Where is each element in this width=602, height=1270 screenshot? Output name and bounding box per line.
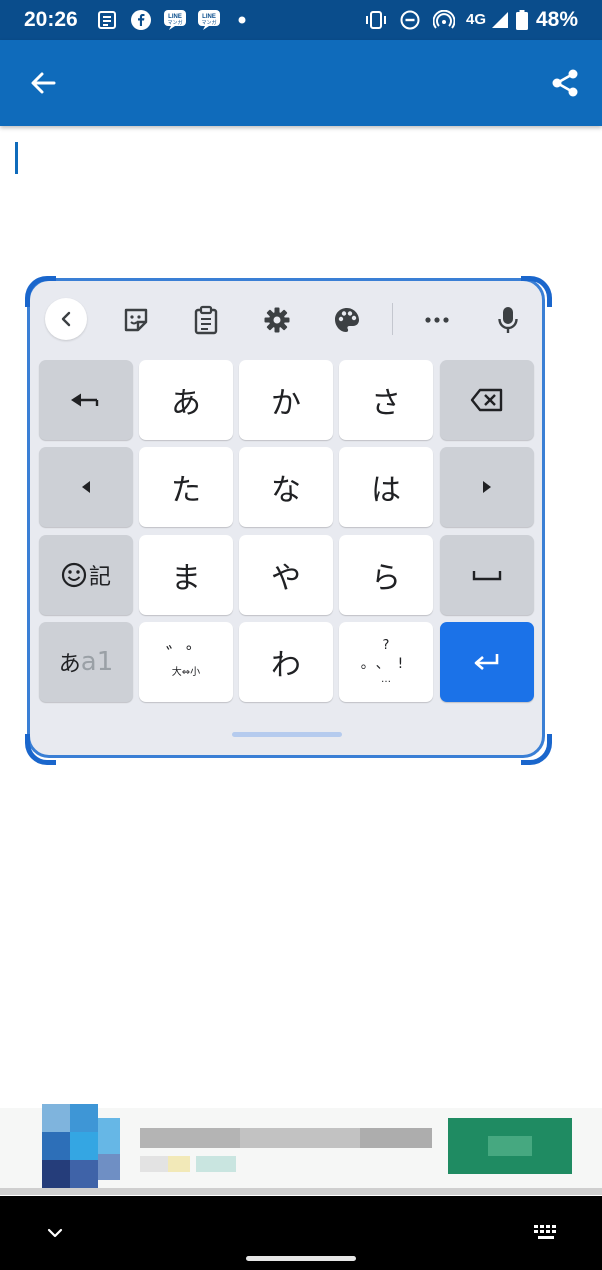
space-icon [472,571,502,581]
emoji-symbol-key[interactable]: 記 [39,535,133,615]
key-na[interactable]: な [239,447,333,527]
more-icon [425,317,449,323]
clipboard-button[interactable] [184,300,228,340]
keyboard-drag-handle[interactable] [232,732,342,737]
share-icon [552,69,578,97]
battery-icon [514,9,530,31]
dakuten-label: ゛゜ [166,643,206,667]
dot-icon [236,9,248,31]
facebook-icon [130,9,152,31]
key-ka[interactable]: か [239,360,333,440]
microphone-icon [498,307,518,333]
key-ra[interactable]: ら [339,535,433,615]
cursor-right-key[interactable] [440,447,534,527]
backspace-icon [470,388,503,412]
status-bar: 20:26 LINE マンガ LINE マンガ 4G 48% [0,0,602,40]
keyboard-icon [534,1225,556,1239]
status-time: 20:26 [24,8,78,31]
sticker-button[interactable] [114,300,158,340]
mode-alpha-label: a1 [80,647,114,677]
kigou-label: 記 [88,565,111,590]
clipboard-icon [194,305,218,335]
undo-key[interactable] [39,360,133,440]
battery-level: 48% [535,8,578,31]
backspace-key[interactable] [440,360,534,440]
cursor-left-key[interactable] [39,447,133,527]
toolbar-divider [392,303,393,335]
hotspot-icon [432,9,456,31]
toolbar-collapse-button[interactable] [45,298,87,340]
hide-keyboard-button[interactable] [40,1218,70,1248]
enter-key[interactable] [440,622,534,702]
dakuten-key[interactable]: ゛゜ 大⇔小 [139,622,233,702]
svg-text:マンガ: マンガ [201,19,216,26]
network-type: 4G [466,11,487,28]
svg-text:マンガ: マンガ [167,19,182,26]
ad-banner[interactable] [0,1100,602,1195]
do-not-disturb-icon [399,9,421,31]
key-ta[interactable]: た [139,447,233,527]
voice-input-button[interactable] [486,300,530,340]
news-icon [97,9,117,31]
more-button[interactable] [415,300,459,340]
key-ha[interactable]: は [339,447,433,527]
smiley-icon [61,562,87,588]
key-ma[interactable]: ま [139,535,233,615]
settings-button[interactable] [255,300,299,340]
resize-handle-bottom-right[interactable] [521,734,552,765]
line-manga-icon: LINE マンガ [196,9,222,31]
back-button[interactable] [21,61,65,105]
switch-keyboard-button[interactable] [528,1218,564,1248]
enter-icon [474,654,499,670]
key-sa[interactable]: さ [339,360,433,440]
resize-handle-bottom-left[interactable] [25,734,56,765]
chevron-down-icon [47,1228,63,1238]
theme-button[interactable] [325,300,369,340]
size-toggle-label: 大⇔小 [171,667,201,678]
key-ya[interactable]: や [239,535,333,615]
vibrate-icon [364,9,388,31]
punct-label: 。、! [360,656,412,672]
text-cursor[interactable] [15,142,18,174]
mode-hiragana-label: あ [58,652,81,677]
share-button[interactable] [543,61,587,105]
chevron-left-icon [61,311,71,327]
ellipsis-label: … [381,674,391,685]
triangle-left-icon [82,481,90,493]
key-wa[interactable]: わ [239,622,333,702]
back-arrow-icon [31,72,56,94]
app-bar [0,40,602,126]
input-mode-key[interactable]: あ a1 [39,622,133,702]
signal-icon [490,9,510,31]
palette-icon [335,308,359,332]
undo-arrow-icon [71,393,99,407]
triangle-right-icon [483,481,491,493]
punctuation-key[interactable]: ? 。、! … [339,622,433,702]
space-key[interactable] [440,535,534,615]
sticker-icon [124,308,148,332]
home-gesture-pill[interactable] [246,1256,356,1261]
settings-icon [264,307,290,333]
key-a[interactable]: あ [139,360,233,440]
line-manga-icon: LINE マンガ [162,9,188,31]
question-label: ? [382,638,390,653]
